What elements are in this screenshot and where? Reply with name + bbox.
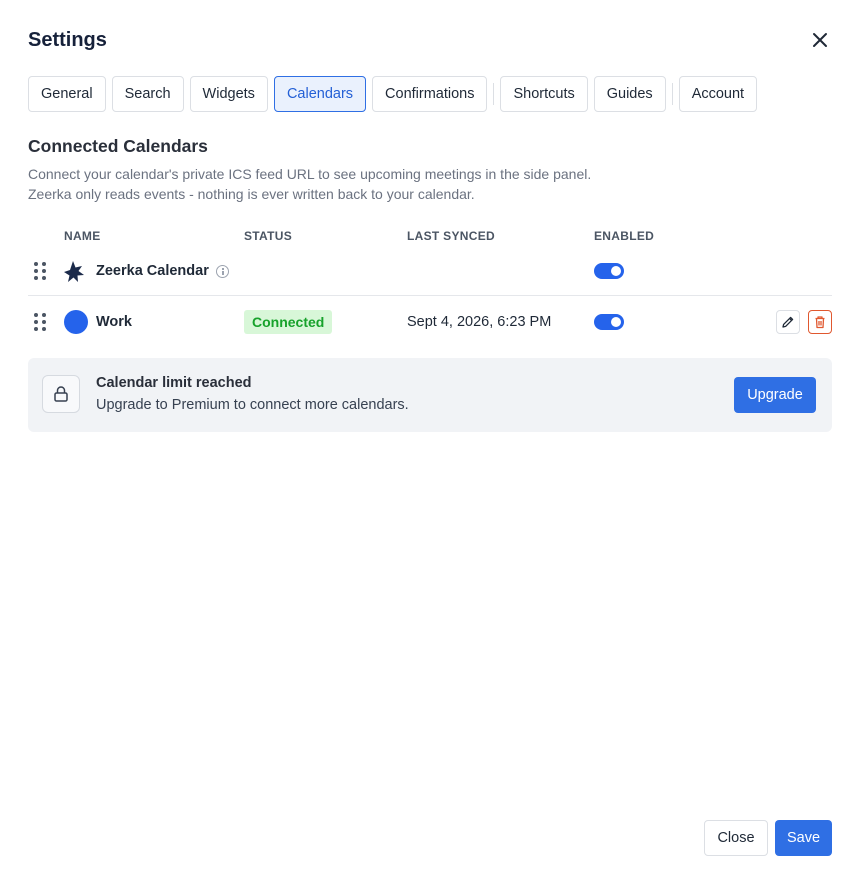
description-line: Connect your calendar's private ICS feed…	[28, 166, 592, 182]
limit-title: Calendar limit reached	[96, 375, 252, 391]
zeerka-logo-icon	[62, 258, 90, 286]
tab-calendars[interactable]: Calendars	[273, 76, 367, 112]
dialog-title: Settings	[28, 29, 107, 51]
drag-handle-icon[interactable]	[34, 313, 46, 331]
last-synced-value: Sept 4, 2026, 6:23 PM	[407, 314, 552, 330]
save-button[interactable]: Save	[775, 820, 832, 856]
close-button[interactable]: Close	[704, 820, 768, 856]
section-description: Connect your calendar's private ICS feed…	[28, 164, 788, 204]
calendar-name: Work	[96, 314, 132, 330]
section-title: Connected Calendars	[28, 136, 208, 156]
enabled-toggle[interactable]	[594, 263, 624, 279]
status-badge: Connected	[244, 310, 333, 334]
tab-guides[interactable]: Guides	[593, 76, 666, 112]
column-header-name: NAME	[64, 229, 101, 243]
calendar-row: Work Connected Sept 4, 2026, 6:23 PM	[28, 300, 832, 344]
column-header-last-synced: LAST SYNCED	[407, 229, 495, 243]
calendar-color-dot	[64, 310, 88, 334]
tab-divider	[671, 83, 673, 105]
pencil-icon	[782, 316, 794, 328]
calendar-row: Zeerka Calendar	[28, 252, 832, 296]
delete-button[interactable]	[808, 310, 832, 334]
close-icon[interactable]	[808, 28, 832, 52]
info-icon[interactable]	[216, 265, 229, 278]
drag-handle-icon[interactable]	[34, 262, 46, 280]
enabled-toggle[interactable]	[594, 314, 624, 330]
edit-button[interactable]	[776, 310, 800, 334]
tab-widgets[interactable]: Widgets	[189, 76, 268, 112]
tab-general[interactable]: General	[28, 76, 106, 112]
tab-search[interactable]: Search	[111, 76, 184, 112]
column-header-status: STATUS	[244, 229, 293, 243]
settings-tabs: General Search Widgets Calendars Confirm…	[28, 76, 763, 112]
lock-icon	[42, 375, 80, 413]
column-header-enabled: ENABLED	[594, 229, 655, 243]
upgrade-button[interactable]: Upgrade	[734, 377, 816, 413]
tab-shortcuts[interactable]: Shortcuts	[500, 76, 588, 112]
limit-text: Upgrade to Premium to connect more calen…	[96, 397, 409, 413]
trash-icon	[815, 316, 825, 329]
calendar-name: Zeerka Calendar	[96, 263, 209, 279]
description-line: Zeerka only reads events - nothing is ev…	[28, 186, 475, 202]
dialog-header: Settings	[28, 26, 832, 56]
tab-divider	[493, 83, 495, 105]
tab-account[interactable]: Account	[678, 76, 758, 112]
tab-confirmations[interactable]: Confirmations	[372, 76, 488, 112]
calendar-limit-banner: Calendar limit reached Upgrade to Premiu…	[28, 358, 832, 432]
